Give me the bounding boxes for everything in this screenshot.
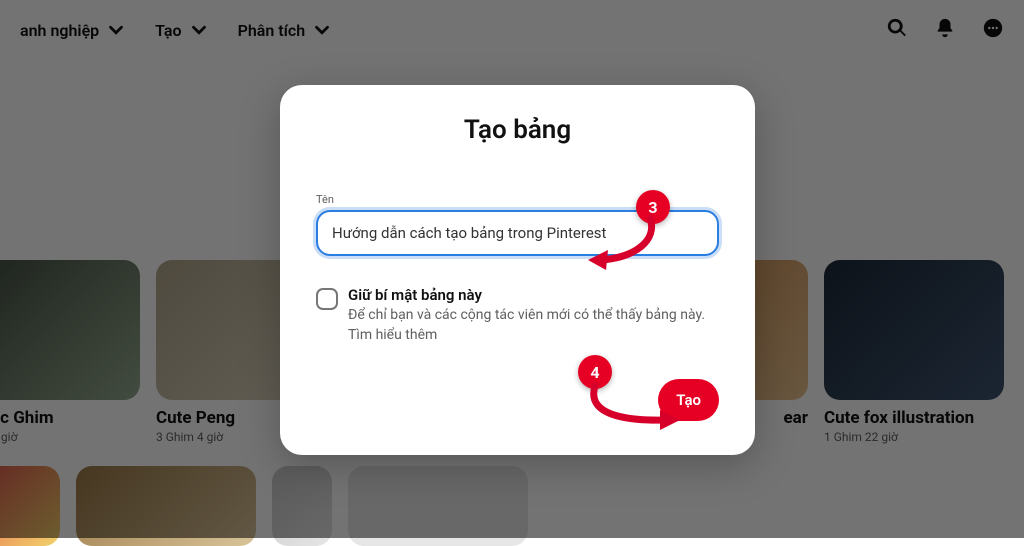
step-badge-3: 3 bbox=[636, 190, 670, 224]
create-button[interactable]: Tạo bbox=[658, 379, 719, 421]
secret-description: Để chỉ bạn và các cộng tác viên mới có t… bbox=[348, 306, 719, 345]
step-badge-4: 4 bbox=[578, 355, 612, 389]
page-root: anh nghiệp Tạo Phân tích bbox=[0, 0, 1024, 538]
create-board-modal: Tạo bảng Tên Hướng dẫn cách tạo bảng tro… bbox=[280, 85, 755, 455]
modal-title: Tạo bảng bbox=[316, 115, 719, 145]
secret-title: Giữ bí mật bảng này bbox=[348, 286, 719, 304]
board-name-value: Hướng dẫn cách tạo bảng trong Pinterest bbox=[332, 224, 606, 242]
secret-checkbox[interactable] bbox=[316, 288, 338, 310]
secret-option: Giữ bí mật bảng này Để chỉ bạn và các cộ… bbox=[316, 286, 719, 345]
